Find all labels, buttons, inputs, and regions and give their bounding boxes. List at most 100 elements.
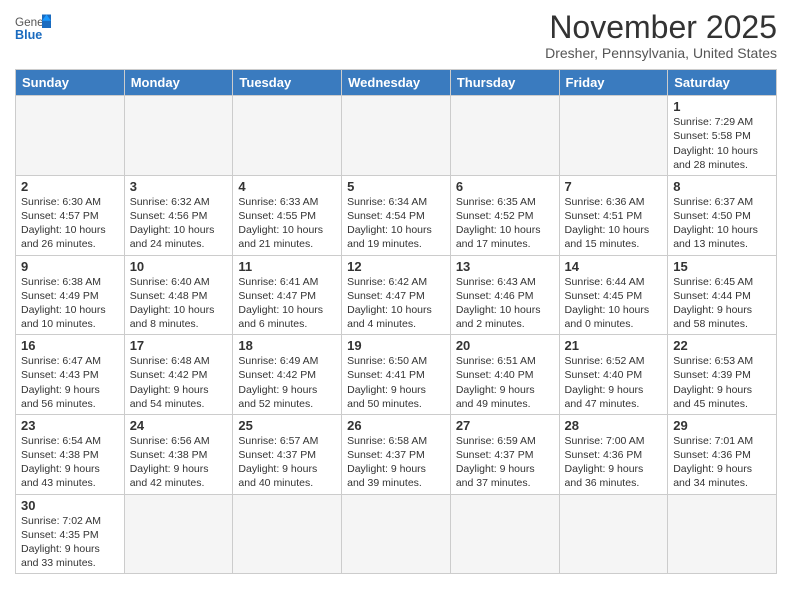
day-number: 25 xyxy=(238,418,336,433)
day-info: Sunrise: 7:29 AM Sunset: 5:58 PM Dayligh… xyxy=(673,115,771,172)
day-info: Sunrise: 7:02 AM Sunset: 4:35 PM Dayligh… xyxy=(21,514,119,571)
calendar-cell: 16Sunrise: 6:47 AM Sunset: 4:43 PM Dayli… xyxy=(16,335,125,415)
day-number: 8 xyxy=(673,179,771,194)
calendar-cell: 3Sunrise: 6:32 AM Sunset: 4:56 PM Daylig… xyxy=(124,175,233,255)
calendar-cell xyxy=(668,494,777,574)
week-row-1: 2Sunrise: 6:30 AM Sunset: 4:57 PM Daylig… xyxy=(16,175,777,255)
day-info: Sunrise: 6:42 AM Sunset: 4:47 PM Dayligh… xyxy=(347,275,445,332)
day-info: Sunrise: 6:47 AM Sunset: 4:43 PM Dayligh… xyxy=(21,354,119,411)
calendar-cell xyxy=(124,494,233,574)
weekday-friday: Friday xyxy=(559,70,668,96)
day-number: 24 xyxy=(130,418,228,433)
weekday-header-row: SundayMondayTuesdayWednesdayThursdayFrid… xyxy=(16,70,777,96)
weekday-monday: Monday xyxy=(124,70,233,96)
logo: General Blue xyxy=(15,10,51,46)
day-info: Sunrise: 6:44 AM Sunset: 4:45 PM Dayligh… xyxy=(565,275,663,332)
calendar-cell xyxy=(559,96,668,176)
calendar-cell xyxy=(559,494,668,574)
calendar-cell: 22Sunrise: 6:53 AM Sunset: 4:39 PM Dayli… xyxy=(668,335,777,415)
day-number: 23 xyxy=(21,418,119,433)
day-info: Sunrise: 6:48 AM Sunset: 4:42 PM Dayligh… xyxy=(130,354,228,411)
calendar-cell: 29Sunrise: 7:01 AM Sunset: 4:36 PM Dayli… xyxy=(668,414,777,494)
calendar-cell: 2Sunrise: 6:30 AM Sunset: 4:57 PM Daylig… xyxy=(16,175,125,255)
week-row-4: 23Sunrise: 6:54 AM Sunset: 4:38 PM Dayli… xyxy=(16,414,777,494)
calendar-cell: 28Sunrise: 7:00 AM Sunset: 4:36 PM Dayli… xyxy=(559,414,668,494)
day-info: Sunrise: 6:37 AM Sunset: 4:50 PM Dayligh… xyxy=(673,195,771,252)
calendar: SundayMondayTuesdayWednesdayThursdayFrid… xyxy=(15,69,777,574)
day-number: 3 xyxy=(130,179,228,194)
month-title: November 2025 xyxy=(545,10,777,45)
weekday-wednesday: Wednesday xyxy=(342,70,451,96)
calendar-cell: 9Sunrise: 6:38 AM Sunset: 4:49 PM Daylig… xyxy=(16,255,125,335)
day-number: 15 xyxy=(673,259,771,274)
day-info: Sunrise: 7:01 AM Sunset: 4:36 PM Dayligh… xyxy=(673,434,771,491)
day-info: Sunrise: 6:36 AM Sunset: 4:51 PM Dayligh… xyxy=(565,195,663,252)
week-row-0: 1Sunrise: 7:29 AM Sunset: 5:58 PM Daylig… xyxy=(16,96,777,176)
week-row-5: 30Sunrise: 7:02 AM Sunset: 4:35 PM Dayli… xyxy=(16,494,777,574)
day-info: Sunrise: 6:57 AM Sunset: 4:37 PM Dayligh… xyxy=(238,434,336,491)
day-info: Sunrise: 6:58 AM Sunset: 4:37 PM Dayligh… xyxy=(347,434,445,491)
calendar-cell xyxy=(450,96,559,176)
weekday-thursday: Thursday xyxy=(450,70,559,96)
day-info: Sunrise: 6:33 AM Sunset: 4:55 PM Dayligh… xyxy=(238,195,336,252)
header: General Blue November 2025 Dresher, Penn… xyxy=(15,10,777,61)
calendar-cell: 11Sunrise: 6:41 AM Sunset: 4:47 PM Dayli… xyxy=(233,255,342,335)
weekday-saturday: Saturday xyxy=(668,70,777,96)
day-info: Sunrise: 6:50 AM Sunset: 4:41 PM Dayligh… xyxy=(347,354,445,411)
day-number: 7 xyxy=(565,179,663,194)
day-info: Sunrise: 6:53 AM Sunset: 4:39 PM Dayligh… xyxy=(673,354,771,411)
title-area: November 2025 Dresher, Pennsylvania, Uni… xyxy=(545,10,777,61)
week-row-3: 16Sunrise: 6:47 AM Sunset: 4:43 PM Dayli… xyxy=(16,335,777,415)
day-number: 20 xyxy=(456,338,554,353)
day-number: 9 xyxy=(21,259,119,274)
logo-icon: General Blue xyxy=(15,10,51,46)
day-info: Sunrise: 6:38 AM Sunset: 4:49 PM Dayligh… xyxy=(21,275,119,332)
day-number: 28 xyxy=(565,418,663,433)
day-number: 18 xyxy=(238,338,336,353)
day-info: Sunrise: 6:40 AM Sunset: 4:48 PM Dayligh… xyxy=(130,275,228,332)
calendar-cell: 13Sunrise: 6:43 AM Sunset: 4:46 PM Dayli… xyxy=(450,255,559,335)
day-number: 4 xyxy=(238,179,336,194)
day-number: 14 xyxy=(565,259,663,274)
day-info: Sunrise: 6:52 AM Sunset: 4:40 PM Dayligh… xyxy=(565,354,663,411)
calendar-cell: 19Sunrise: 6:50 AM Sunset: 4:41 PM Dayli… xyxy=(342,335,451,415)
weekday-sunday: Sunday xyxy=(16,70,125,96)
day-number: 6 xyxy=(456,179,554,194)
calendar-cell: 6Sunrise: 6:35 AM Sunset: 4:52 PM Daylig… xyxy=(450,175,559,255)
calendar-cell: 8Sunrise: 6:37 AM Sunset: 4:50 PM Daylig… xyxy=(668,175,777,255)
day-info: Sunrise: 7:00 AM Sunset: 4:36 PM Dayligh… xyxy=(565,434,663,491)
subtitle: Dresher, Pennsylvania, United States xyxy=(545,45,777,61)
day-info: Sunrise: 6:35 AM Sunset: 4:52 PM Dayligh… xyxy=(456,195,554,252)
calendar-cell: 15Sunrise: 6:45 AM Sunset: 4:44 PM Dayli… xyxy=(668,255,777,335)
calendar-cell: 5Sunrise: 6:34 AM Sunset: 4:54 PM Daylig… xyxy=(342,175,451,255)
day-info: Sunrise: 6:49 AM Sunset: 4:42 PM Dayligh… xyxy=(238,354,336,411)
day-info: Sunrise: 6:51 AM Sunset: 4:40 PM Dayligh… xyxy=(456,354,554,411)
weekday-tuesday: Tuesday xyxy=(233,70,342,96)
calendar-cell xyxy=(16,96,125,176)
calendar-cell: 14Sunrise: 6:44 AM Sunset: 4:45 PM Dayli… xyxy=(559,255,668,335)
day-number: 12 xyxy=(347,259,445,274)
svg-text:Blue: Blue xyxy=(15,28,42,42)
day-number: 2 xyxy=(21,179,119,194)
day-number: 27 xyxy=(456,418,554,433)
day-number: 13 xyxy=(456,259,554,274)
day-number: 10 xyxy=(130,259,228,274)
calendar-cell: 10Sunrise: 6:40 AM Sunset: 4:48 PM Dayli… xyxy=(124,255,233,335)
day-number: 30 xyxy=(21,498,119,513)
day-info: Sunrise: 6:45 AM Sunset: 4:44 PM Dayligh… xyxy=(673,275,771,332)
calendar-cell xyxy=(450,494,559,574)
calendar-cell: 24Sunrise: 6:56 AM Sunset: 4:38 PM Dayli… xyxy=(124,414,233,494)
calendar-cell xyxy=(233,494,342,574)
day-number: 17 xyxy=(130,338,228,353)
day-number: 1 xyxy=(673,99,771,114)
calendar-cell: 18Sunrise: 6:49 AM Sunset: 4:42 PM Dayli… xyxy=(233,335,342,415)
calendar-cell xyxy=(342,494,451,574)
calendar-cell: 7Sunrise: 6:36 AM Sunset: 4:51 PM Daylig… xyxy=(559,175,668,255)
day-info: Sunrise: 6:30 AM Sunset: 4:57 PM Dayligh… xyxy=(21,195,119,252)
day-info: Sunrise: 6:56 AM Sunset: 4:38 PM Dayligh… xyxy=(130,434,228,491)
calendar-cell: 1Sunrise: 7:29 AM Sunset: 5:58 PM Daylig… xyxy=(668,96,777,176)
calendar-cell: 21Sunrise: 6:52 AM Sunset: 4:40 PM Dayli… xyxy=(559,335,668,415)
day-number: 26 xyxy=(347,418,445,433)
calendar-cell: 12Sunrise: 6:42 AM Sunset: 4:47 PM Dayli… xyxy=(342,255,451,335)
calendar-cell: 4Sunrise: 6:33 AM Sunset: 4:55 PM Daylig… xyxy=(233,175,342,255)
